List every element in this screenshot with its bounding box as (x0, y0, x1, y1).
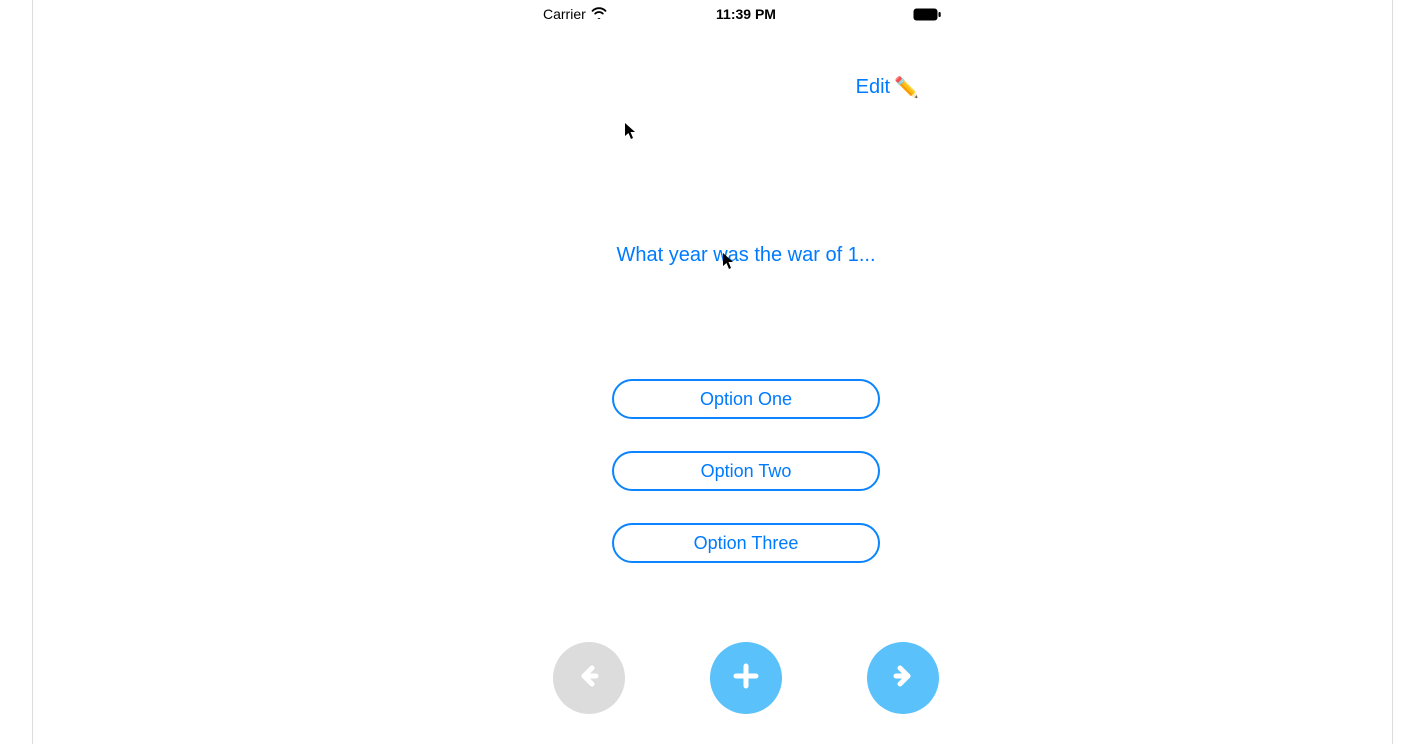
option-label: Option Two (701, 461, 792, 482)
pencil-icon: ✏️ (894, 75, 919, 100)
options-list: Option One Option Two Option Three (541, 379, 951, 563)
option-three-button[interactable]: Option Three (612, 523, 880, 563)
arrow-right-icon (889, 662, 917, 695)
plus-icon (731, 661, 761, 696)
nav-bar: Edit ✏️ (541, 72, 951, 102)
arrow-left-icon (575, 662, 603, 695)
wifi-icon (591, 6, 607, 22)
option-two-button[interactable]: Option Two (612, 451, 880, 491)
option-label: Option One (700, 389, 792, 410)
status-time: 11:39 PM (716, 6, 776, 22)
status-bar: Carrier 11:39 PM (541, 4, 951, 24)
battery-icon (913, 8, 941, 21)
question-text: What year was the war of 1... (541, 244, 951, 267)
edit-button[interactable]: Edit ✏️ (856, 75, 919, 100)
app-frame: Carrier 11:39 PM Edit (32, 0, 1393, 744)
next-button[interactable] (867, 642, 939, 714)
edit-label: Edit (856, 76, 890, 99)
add-button[interactable] (710, 642, 782, 714)
bottom-action-bar (541, 642, 951, 714)
option-label: Option Three (694, 533, 799, 554)
option-one-button[interactable]: Option One (612, 379, 880, 419)
carrier-text: Carrier (543, 6, 586, 22)
device-screen: Carrier 11:39 PM Edit (541, 0, 951, 744)
previous-button (553, 642, 625, 714)
carrier-label: Carrier (543, 6, 607, 22)
